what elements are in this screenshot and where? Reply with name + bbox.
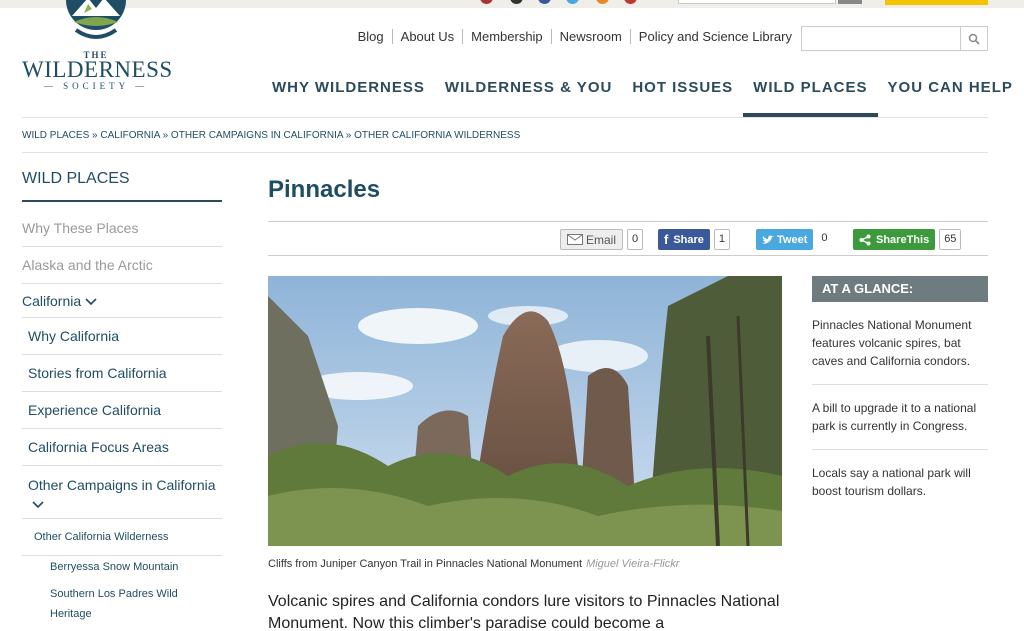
twitter-share: Tweet 0 — [756, 229, 832, 250]
sharethis-count: 65 — [939, 229, 962, 250]
facebook-count: 1 — [713, 229, 731, 250]
divider — [268, 221, 988, 222]
sidebar-item-other-campaigns[interactable]: Other Campaigns in California — [22, 466, 222, 519]
sharethis-label: ShareThis — [876, 233, 930, 246]
twitter-count: 0 — [817, 229, 832, 250]
util-nav-newsroom[interactable]: Newsroom — [550, 29, 630, 44]
sidebar-item-why-these-places[interactable]: Why These Places — [22, 210, 222, 247]
chevron-down-icon — [32, 501, 44, 509]
sidebar-item-other-wilderness[interactable]: Other California Wilderness — [22, 519, 222, 556]
intro-paragraph: Volcanic spires and California condors l… — [268, 593, 780, 631]
divider — [268, 255, 988, 256]
chevron-down-icon — [85, 298, 97, 306]
facebook-label: Share — [673, 233, 704, 246]
search-button[interactable] — [960, 27, 987, 50]
sharethis-button[interactable]: ShareThis — [853, 229, 936, 250]
email-label: Email — [586, 232, 617, 247]
nav-wild-places[interactable]: WILD PLACES — [743, 78, 878, 117]
photo-credit: Miguel Vieira-Flickr — [586, 558, 680, 570]
at-a-glance-heading: AT A GLANCE: — [812, 276, 988, 302]
twitter-bird-icon — [762, 235, 774, 244]
social-icon[interactable] — [480, 0, 493, 4]
sidebar: WILD PLACES Why These Places Alaska and … — [22, 170, 222, 624]
twitter-label: Tweet — [777, 233, 808, 246]
logo-society: — SOCIETY — — [43, 81, 149, 91]
utility-nav: Blog About Us Membership Newsroom Policy… — [350, 29, 800, 44]
social-icon[interactable] — [596, 0, 609, 4]
util-nav-about[interactable]: About Us — [391, 29, 462, 44]
email-share: Email 0 — [560, 229, 644, 250]
nav-wilderness-and-you[interactable]: WILDERNESS & YOU — [435, 78, 622, 117]
sharethis-share: ShareThis 65 — [853, 229, 962, 250]
donate-button[interactable] — [885, 0, 988, 5]
util-nav-library[interactable]: Policy and Science Library — [629, 29, 800, 44]
top-search-button[interactable] — [838, 0, 862, 4]
mountain-emblem-icon — [66, 0, 126, 39]
main-nav: WHY WILDERNESS WILDERNESS & YOU HOT ISSU… — [262, 78, 1023, 117]
facebook-icon: f — [664, 232, 669, 247]
sidebar-heading: WILD PLACES — [22, 170, 222, 202]
search-input[interactable] — [801, 26, 988, 51]
share-icon — [859, 234, 871, 245]
divider — [22, 117, 988, 118]
sidebar-item-alaska[interactable]: Alaska and the Arctic — [22, 247, 222, 284]
photo-caption: Cliffs from Juniper Canyon Trail in Pinn… — [268, 558, 679, 570]
sidebar-item-los-padres[interactable]: Southern Los Padres Wild Heritage — [22, 577, 212, 624]
hero-photo — [268, 276, 782, 546]
facebook-share-button[interactable]: f Share — [658, 229, 710, 250]
glance-item: Locals say a national park will boost to… — [812, 466, 971, 498]
glance-item: Pinnacles National Monument features vol… — [812, 302, 988, 385]
glance-item: A bill to upgrade it to a national park … — [812, 385, 988, 450]
sidebar-item-label: California — [22, 293, 82, 309]
sidebar-item-label: Other Campaigns in California — [28, 477, 216, 493]
nav-hot-issues[interactable]: HOT ISSUES — [622, 78, 743, 117]
facebook-share: f Share 1 — [658, 229, 731, 250]
logo-wilderness: WILDERNESS — [22, 57, 173, 82]
site-logo[interactable]: THE WILDERNESS — SOCIETY — — [22, 0, 173, 100]
social-icon[interactable] — [510, 0, 523, 4]
caption-text: Cliffs from Juniper Canyon Trail in Pinn… — [268, 558, 583, 570]
email-button[interactable]: Email — [560, 229, 624, 250]
page-title: Pinnacles — [268, 176, 381, 203]
at-a-glance-box: AT A GLANCE: Pinnacles National Monument… — [812, 276, 988, 514]
nav-you-can-help[interactable]: YOU CAN HELP — [878, 78, 1023, 117]
tweet-button[interactable]: Tweet — [756, 229, 814, 250]
envelope-icon — [567, 234, 583, 245]
pinnacles-landscape-image — [268, 276, 782, 546]
top-search-input[interactable] — [678, 0, 836, 4]
sidebar-item-california[interactable]: California — [22, 284, 222, 318]
email-count: 0 — [627, 229, 644, 250]
sidebar-item-why-california[interactable]: Why California — [22, 318, 222, 355]
social-icon[interactable] — [566, 0, 579, 4]
social-icon[interactable] — [624, 0, 637, 4]
social-icon[interactable] — [538, 0, 551, 4]
sidebar-item-berryessa[interactable]: Berryessa Snow Mountain — [22, 556, 222, 577]
util-nav-blog[interactable]: Blog — [350, 29, 392, 44]
breadcrumb[interactable]: WILD PLACES » CALIFORNIA » OTHER CAMPAIG… — [22, 130, 520, 141]
sidebar-item-experience[interactable]: Experience California — [22, 392, 222, 429]
divider — [22, 152, 988, 153]
nav-why-wilderness[interactable]: WHY WILDERNESS — [262, 78, 435, 117]
sidebar-item-focus-areas[interactable]: California Focus Areas — [22, 429, 222, 466]
logo-society-text: SOCIETY — [63, 81, 129, 91]
util-nav-membership[interactable]: Membership — [462, 29, 551, 44]
search-icon — [968, 33, 980, 45]
sidebar-item-stories[interactable]: Stories from California — [22, 355, 222, 392]
